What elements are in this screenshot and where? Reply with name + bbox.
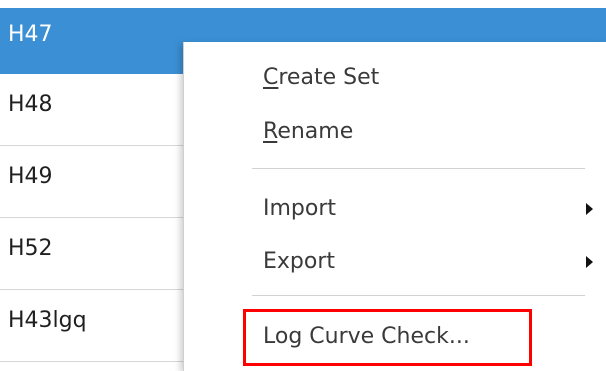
menu-separator xyxy=(252,295,585,296)
list-item-label: H43lgq xyxy=(8,308,87,333)
menu-item-label: Import xyxy=(263,196,337,221)
submenu-arrow-icon xyxy=(586,256,593,268)
menu-separator xyxy=(252,168,585,169)
menu-item-rename[interactable]: Rename xyxy=(263,119,353,144)
list-item-label: H49 xyxy=(8,164,53,189)
list-item-label: H47 xyxy=(8,22,53,47)
menu-item-export[interactable]: Export xyxy=(263,249,335,274)
menu-item-label: ename xyxy=(277,119,354,144)
highlight-box xyxy=(243,309,532,366)
menu-item-label: reate Set xyxy=(278,65,380,90)
menu-item-label: Export xyxy=(263,249,336,274)
menu-item-import[interactable]: Import xyxy=(263,196,336,221)
menu-item-create-set[interactable]: Create Set xyxy=(263,65,379,90)
list-item-label: H48 xyxy=(8,92,53,117)
submenu-arrow-icon xyxy=(586,203,593,215)
list-item-label: H52 xyxy=(8,236,53,261)
mnemonic-letter: R xyxy=(263,119,278,144)
screenshot-stage: H47 H48 H49 H52 H43lgq Create Set Rename… xyxy=(0,0,606,371)
mnemonic-letter: C xyxy=(263,65,279,90)
